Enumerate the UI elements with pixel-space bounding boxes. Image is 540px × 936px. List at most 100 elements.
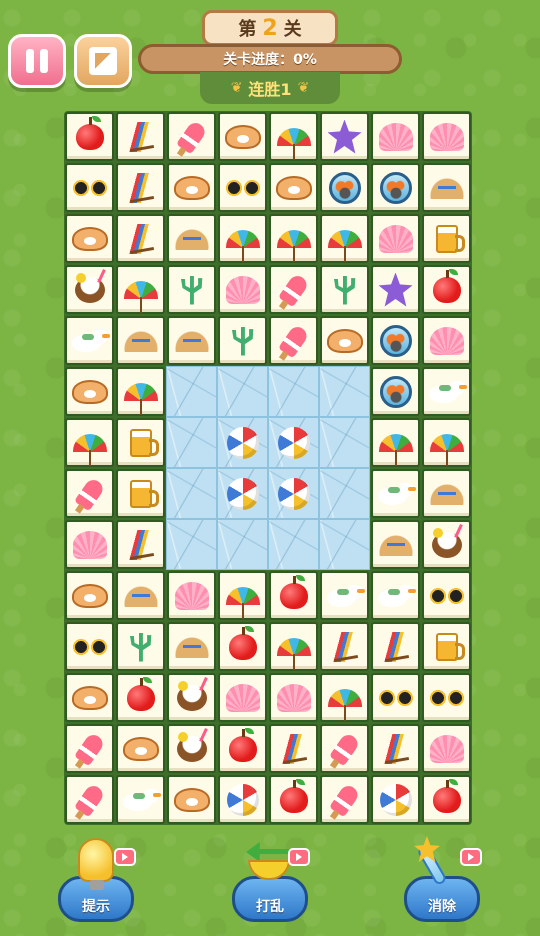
tile[interactable] bbox=[269, 571, 318, 620]
tile[interactable] bbox=[65, 622, 114, 671]
tile[interactable] bbox=[422, 724, 471, 773]
tile[interactable] bbox=[65, 112, 114, 161]
tile[interactable] bbox=[218, 316, 267, 365]
tile[interactable] bbox=[422, 571, 471, 620]
tile[interactable] bbox=[269, 775, 318, 824]
tile[interactable] bbox=[371, 520, 420, 569]
hint-button[interactable]: 提示 bbox=[54, 832, 138, 928]
tile[interactable] bbox=[167, 673, 216, 722]
tile[interactable] bbox=[269, 214, 318, 263]
tile[interactable] bbox=[371, 163, 420, 212]
tile[interactable] bbox=[116, 469, 165, 518]
tile[interactable] bbox=[218, 265, 267, 314]
tile[interactable] bbox=[65, 520, 114, 569]
tile[interactable] bbox=[167, 724, 216, 773]
pause-button[interactable] bbox=[8, 34, 66, 88]
tile[interactable] bbox=[422, 367, 471, 416]
tile[interactable] bbox=[218, 724, 267, 773]
tile[interactable] bbox=[65, 418, 114, 467]
tile[interactable] bbox=[116, 775, 165, 824]
tile[interactable] bbox=[269, 112, 318, 161]
tile[interactable] bbox=[371, 622, 420, 671]
tile[interactable] bbox=[167, 265, 216, 314]
tile[interactable] bbox=[371, 112, 420, 161]
tile[interactable] bbox=[218, 163, 267, 212]
tile[interactable] bbox=[167, 622, 216, 671]
tile[interactable] bbox=[371, 367, 420, 416]
tile[interactable] bbox=[371, 418, 420, 467]
tile[interactable] bbox=[65, 163, 114, 212]
tile[interactable] bbox=[116, 214, 165, 263]
tile[interactable] bbox=[65, 316, 114, 365]
tile[interactable] bbox=[167, 163, 216, 212]
tile[interactable] bbox=[269, 622, 318, 671]
tile[interactable] bbox=[320, 724, 369, 773]
tile[interactable] bbox=[116, 316, 165, 365]
tile[interactable] bbox=[371, 316, 420, 365]
tile[interactable] bbox=[269, 316, 318, 365]
tile[interactable] bbox=[116, 418, 165, 467]
tile[interactable] bbox=[320, 622, 369, 671]
tile[interactable] bbox=[422, 622, 471, 671]
tile[interactable] bbox=[116, 163, 165, 212]
tile[interactable] bbox=[218, 673, 267, 722]
tile[interactable] bbox=[422, 673, 471, 722]
shuffle-button[interactable]: 打乱 bbox=[228, 832, 312, 928]
tile[interactable] bbox=[116, 265, 165, 314]
tile[interactable] bbox=[371, 214, 420, 263]
tile[interactable] bbox=[422, 265, 471, 314]
tile[interactable] bbox=[371, 469, 420, 518]
tile[interactable] bbox=[371, 265, 420, 314]
tile[interactable] bbox=[269, 163, 318, 212]
tile[interactable] bbox=[269, 724, 318, 773]
tile[interactable] bbox=[422, 163, 471, 212]
tile[interactable] bbox=[116, 724, 165, 773]
tile[interactable] bbox=[65, 724, 114, 773]
tile[interactable] bbox=[320, 163, 369, 212]
tile[interactable] bbox=[167, 316, 216, 365]
tile[interactable] bbox=[65, 775, 114, 824]
tile[interactable] bbox=[65, 469, 114, 518]
tile[interactable] bbox=[320, 775, 369, 824]
menu-button[interactable] bbox=[74, 34, 132, 88]
tile[interactable] bbox=[320, 214, 369, 263]
tile[interactable] bbox=[218, 775, 267, 824]
tile[interactable] bbox=[422, 520, 471, 569]
tile[interactable] bbox=[116, 112, 165, 161]
tile[interactable] bbox=[65, 214, 114, 263]
tile[interactable] bbox=[422, 418, 471, 467]
tile[interactable] bbox=[269, 673, 318, 722]
tile[interactable] bbox=[371, 724, 420, 773]
tile[interactable] bbox=[116, 367, 165, 416]
tile[interactable] bbox=[116, 520, 165, 569]
tile[interactable] bbox=[218, 622, 267, 671]
tile[interactable] bbox=[371, 673, 420, 722]
tile[interactable] bbox=[320, 316, 369, 365]
tile[interactable] bbox=[320, 571, 369, 620]
tile[interactable] bbox=[320, 673, 369, 722]
tile[interactable] bbox=[167, 214, 216, 263]
tile[interactable] bbox=[422, 775, 471, 824]
tile[interactable] bbox=[218, 214, 267, 263]
tile[interactable] bbox=[65, 367, 114, 416]
remove-button[interactable]: 消除 bbox=[400, 832, 484, 928]
tile[interactable] bbox=[65, 265, 114, 314]
tile[interactable] bbox=[320, 265, 369, 314]
tile[interactable] bbox=[422, 316, 471, 365]
tile[interactable] bbox=[218, 112, 267, 161]
tile[interactable] bbox=[167, 571, 216, 620]
tile[interactable] bbox=[422, 112, 471, 161]
tile[interactable] bbox=[320, 112, 369, 161]
tile[interactable] bbox=[116, 673, 165, 722]
tile[interactable] bbox=[371, 571, 420, 620]
tile[interactable] bbox=[116, 622, 165, 671]
tile[interactable] bbox=[167, 775, 216, 824]
tile[interactable] bbox=[218, 571, 267, 620]
tile[interactable] bbox=[422, 469, 471, 518]
tile[interactable] bbox=[422, 214, 471, 263]
tile[interactable] bbox=[269, 265, 318, 314]
tile[interactable] bbox=[65, 673, 114, 722]
tile[interactable] bbox=[371, 775, 420, 824]
tile[interactable] bbox=[116, 571, 165, 620]
tile[interactable] bbox=[65, 571, 114, 620]
